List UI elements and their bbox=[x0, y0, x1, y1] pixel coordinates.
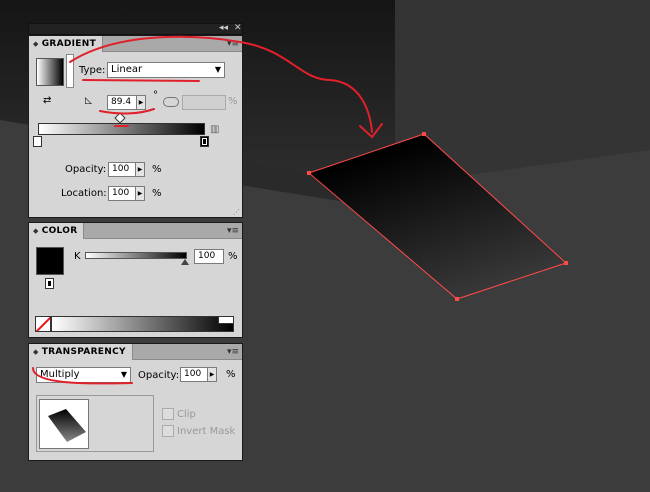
transparency-opacity-label: Opacity: bbox=[138, 370, 180, 381]
transparency-opacity-unit: % bbox=[226, 369, 236, 380]
white-swatch[interactable] bbox=[218, 316, 234, 324]
color-stop-white[interactable] bbox=[33, 136, 42, 147]
swatch-frame bbox=[66, 54, 74, 88]
trash-icon[interactable]: ▥ bbox=[210, 124, 219, 135]
aspect-ratio-unit: % bbox=[228, 96, 238, 107]
panel-toggle-icon[interactable]: ◆ bbox=[33, 348, 39, 356]
color-stop-black[interactable] bbox=[200, 136, 209, 147]
chevron-down-icon: ▼ bbox=[214, 65, 221, 74]
panel-toggle-icon[interactable]: ◆ bbox=[33, 227, 39, 235]
clip-checkbox[interactable] bbox=[162, 408, 174, 420]
invert-mask-label: Invert Mask bbox=[177, 426, 236, 437]
channel-label: K bbox=[74, 251, 81, 262]
type-value: Linear bbox=[111, 64, 143, 75]
anchor-point[interactable] bbox=[455, 297, 459, 301]
transparency-tabbar: ◆ TRANSPARENCY ▾≡ bbox=[29, 344, 242, 360]
midpoint-slider[interactable] bbox=[114, 112, 126, 124]
angle-stepper[interactable]: ▶ bbox=[137, 95, 146, 110]
color-tabbar: ◆ COLOR ▾≡ bbox=[29, 223, 242, 239]
tab-color-label: COLOR bbox=[41, 226, 78, 236]
gradient-panel: ◆GRADIENT ▾≡ ▼ Type: Linear ▼ ⇄ ◺ 89.4 ▶… bbox=[28, 35, 243, 218]
object-thumbnail[interactable] bbox=[36, 395, 154, 452]
invert-mask-checkbox[interactable] bbox=[162, 425, 174, 437]
panel-menu-icon[interactable]: ▾≡ bbox=[227, 347, 239, 357]
anchor-point[interactable] bbox=[307, 171, 311, 175]
color-spectrum-bar[interactable] bbox=[51, 316, 234, 332]
gradient-swatch[interactable] bbox=[36, 58, 64, 86]
panel-dock-titlebar[interactable]: ◂◂ ✕ bbox=[28, 23, 243, 35]
transparency-opacity-field[interactable]: 100 bbox=[180, 367, 208, 382]
aspect-ratio-field bbox=[182, 95, 226, 110]
k-slider-track[interactable] bbox=[85, 252, 187, 259]
location-label: Location: bbox=[61, 188, 107, 199]
blend-mode-dropdown[interactable]: Multiply ▼ bbox=[36, 367, 131, 383]
panel-toggle-icon[interactable]: ◆ bbox=[33, 40, 39, 48]
opacity-field[interactable]: 100 bbox=[108, 162, 136, 177]
type-label: Type: bbox=[79, 65, 106, 76]
k-slider-thumb[interactable] bbox=[181, 259, 189, 265]
reverse-gradient-icon[interactable]: ⇄ bbox=[43, 96, 57, 109]
fill-color-swatch[interactable] bbox=[36, 247, 64, 275]
gradient-tabbar: ◆ GRADIENT ▾≡ bbox=[29, 36, 242, 52]
tab-transparency-label: TRANSPARENCY bbox=[41, 347, 126, 357]
chevron-down-icon: ▼ bbox=[120, 370, 127, 379]
opacity-unit: % bbox=[152, 164, 162, 175]
tab-gradient[interactable]: ◆ GRADIENT bbox=[29, 36, 104, 52]
aspect-ratio-icon bbox=[163, 97, 179, 107]
degree-symbol: ° bbox=[153, 90, 158, 101]
location-unit: % bbox=[152, 188, 162, 199]
opacity-label: Opacity: bbox=[65, 164, 107, 175]
blend-mode-value: Multiply bbox=[40, 369, 80, 380]
location-field[interactable]: 100 bbox=[108, 186, 136, 201]
thumbnail-preview-icon bbox=[48, 409, 86, 442]
clip-label: Clip bbox=[177, 409, 196, 420]
tab-transparency[interactable]: ◆ TRANSPARENCY bbox=[29, 344, 133, 360]
anchor-point[interactable] bbox=[422, 132, 426, 136]
location-stepper[interactable]: ▶ bbox=[136, 186, 145, 201]
gradient-shape[interactable] bbox=[308, 133, 567, 300]
none-color-swatch[interactable] bbox=[35, 316, 51, 332]
anchor-point[interactable] bbox=[564, 261, 568, 265]
color-panel: ◆ COLOR ▾≡ K 100 % bbox=[28, 222, 243, 338]
resize-grip-icon[interactable]: ⋰ bbox=[233, 208, 240, 216]
angle-field[interactable]: 89.4 bbox=[107, 95, 137, 110]
collapse-icon[interactable]: ◂◂ bbox=[219, 23, 228, 33]
opacity-stepper[interactable]: ▶ bbox=[136, 162, 145, 177]
angle-icon: ◺ bbox=[85, 96, 92, 106]
tab-color[interactable]: ◆ COLOR bbox=[29, 223, 85, 239]
panel-menu-icon[interactable]: ▾≡ bbox=[227, 226, 239, 236]
close-icon[interactable]: ✕ bbox=[234, 23, 242, 33]
tab-gradient-label: GRADIENT bbox=[41, 39, 97, 49]
stroke-indicator-icon[interactable] bbox=[45, 278, 54, 289]
k-unit: % bbox=[228, 251, 238, 262]
type-dropdown[interactable]: Linear ▼ bbox=[107, 62, 225, 78]
gradient-ramp[interactable] bbox=[38, 123, 205, 135]
k-value-field[interactable]: 100 bbox=[194, 249, 224, 264]
transparency-opacity-stepper[interactable]: ▶ bbox=[208, 367, 217, 382]
transparency-panel: ◆ TRANSPARENCY ▾≡ Multiply ▼ Opacity: 100… bbox=[28, 343, 243, 461]
panel-menu-icon[interactable]: ▾≡ bbox=[227, 39, 239, 49]
